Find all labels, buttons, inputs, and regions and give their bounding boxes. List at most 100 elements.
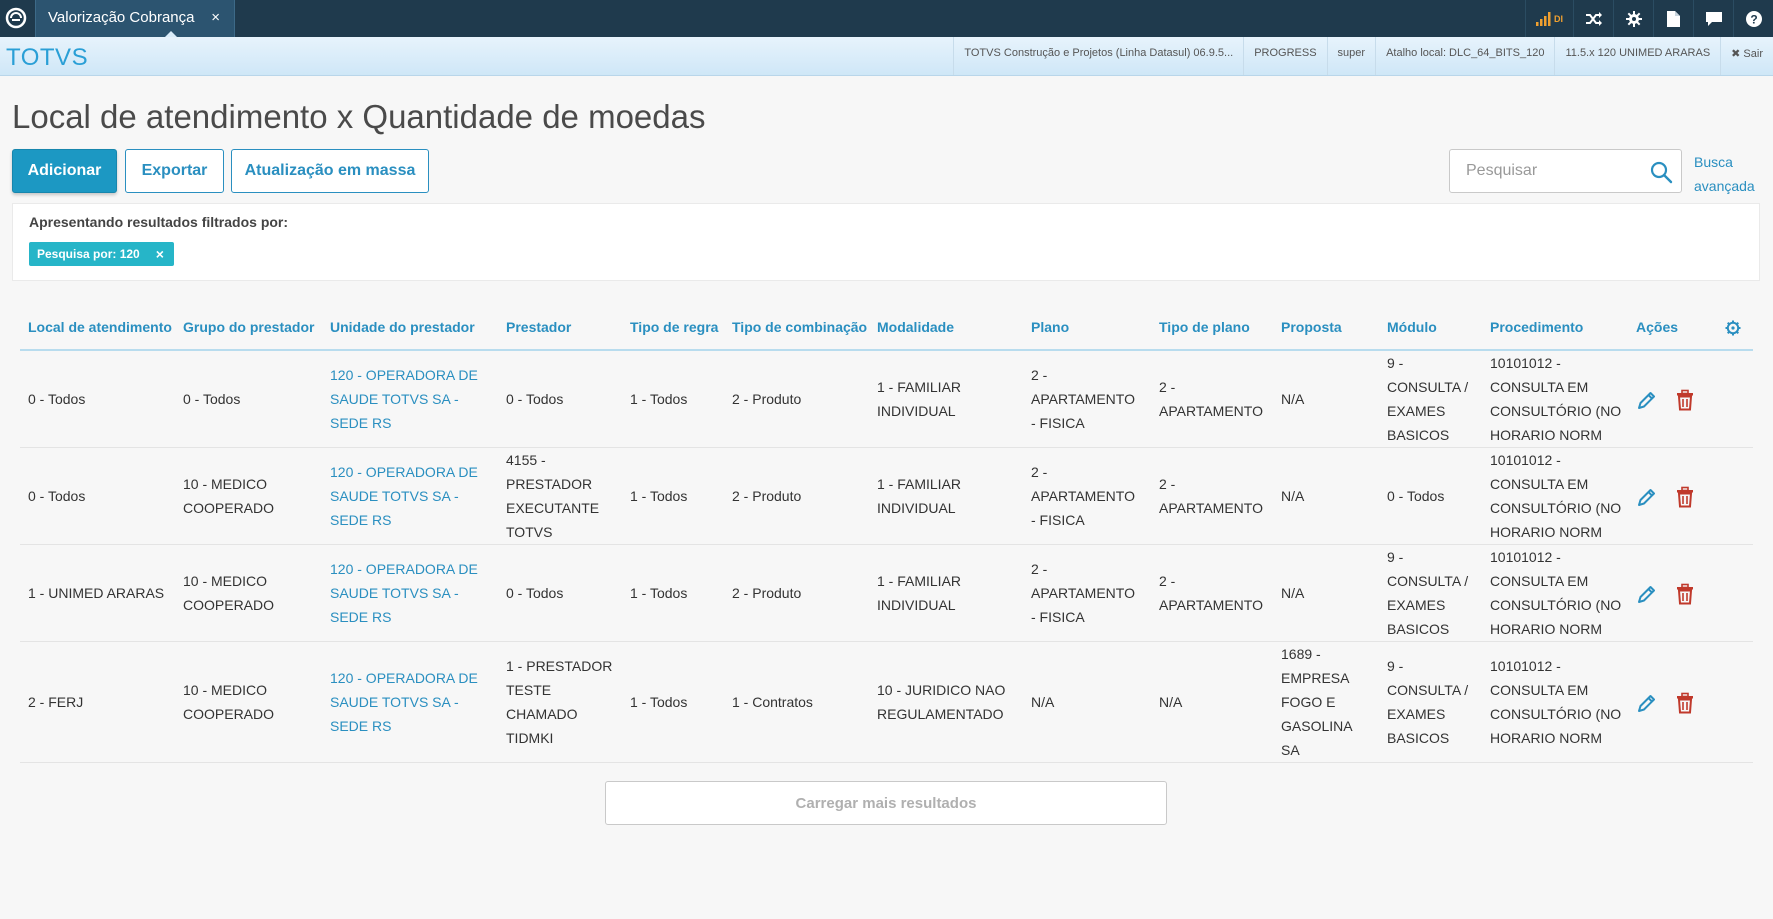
column-header-regra[interactable]: Tipo de regra — [630, 319, 718, 335]
cell-unidade[interactable]: 120 - OPERADORA DE SAUDE TOTVS SA - SEDE R… — [330, 351, 500, 447]
column-header-local[interactable]: Local de atendimento — [28, 319, 172, 335]
brand-logo[interactable]: TOTVS — [6, 44, 88, 72]
cell-proposta: 1689 - EMPRESA FOGO E GASOLINA SA — [1281, 642, 1385, 762]
cell-plano: 2 - APARTAMENTO - FISICA — [1031, 448, 1156, 544]
signal-button[interactable]: DI — [1525, 0, 1573, 37]
column-header-tipo-plano[interactable]: Tipo de plano — [1159, 319, 1250, 335]
column-header-plano[interactable]: Plano — [1031, 319, 1069, 335]
cell-line: SEDE RS — [330, 718, 392, 734]
cell-line: 10101012 - — [1490, 452, 1561, 468]
search-icon[interactable] — [1649, 160, 1673, 184]
cell-line: EXAMES — [1387, 597, 1446, 613]
column-settings-icon[interactable] — [1725, 320, 1741, 336]
cell-unidade-text[interactable]: 120 - OPERADORA DE SAUDE TOTVS SA - SEDE R… — [330, 557, 478, 629]
cell-unidade-text[interactable]: 120 - OPERADORA DE SAUDE TOTVS SA - SEDE R… — [330, 363, 478, 435]
cell-line: 1 - FAMILIAR — [877, 476, 962, 492]
column-header-unidade[interactable]: Unidade do prestador — [330, 319, 475, 335]
cell-grupo: 10 - MEDICO COOPERADO — [183, 642, 323, 762]
cell-line: CONSULTA EM — [1490, 379, 1589, 395]
pencil-icon[interactable] — [1636, 583, 1658, 605]
cell-unidade[interactable]: 120 - OPERADORA DE SAUDE TOTVS SA - SEDE R… — [330, 448, 500, 544]
cell-grupo-text: 10 - MEDICO COOPERADO — [183, 472, 274, 520]
column-header-grupo[interactable]: Grupo do prestador — [183, 319, 314, 335]
cell-line: CONSULTÓRIO (NO — [1490, 403, 1622, 419]
chat-button[interactable] — [1693, 0, 1733, 37]
cell-line: EXAMES — [1387, 403, 1446, 419]
column-header-modulo[interactable]: Módulo — [1387, 319, 1437, 335]
tab-close-icon[interactable]: × — [211, 9, 220, 26]
cell-line: 10 - MEDICO — [183, 682, 268, 698]
column-header-prestador[interactable]: Prestador — [506, 319, 571, 335]
cell-line: CONSULTA EM — [1490, 476, 1589, 492]
table-row: 2 - FERJ 10 - MEDICO COOPERADO 120 - OPERAD… — [20, 642, 1753, 763]
cell-line: 120 - OPERADORA DE — [330, 561, 478, 577]
document-button[interactable] — [1653, 0, 1693, 37]
cell-grupo-text: 0 - Todos — [183, 387, 240, 411]
cell-prestador: 0 - Todos — [506, 545, 626, 641]
cell-modalidade: 1 - FAMILIAR INDIVIDUAL — [877, 448, 1027, 544]
pencil-icon[interactable] — [1636, 389, 1658, 411]
app-logo-icon[interactable] — [4, 6, 28, 30]
cell-line: FOGO E — [1281, 694, 1336, 710]
cell-line: APARTAMENTO — [1159, 597, 1263, 613]
cell-line: 2 - — [1031, 367, 1048, 383]
column-header-procedimento[interactable]: Procedimento — [1490, 319, 1583, 335]
cell-line: INDIVIDUAL — [877, 500, 956, 516]
export-button[interactable]: Exportar — [125, 149, 224, 193]
cell-line: SAUDE TOTVS SA - — [330, 694, 459, 710]
advanced-search-link[interactable]: Busca avançada — [1694, 150, 1755, 198]
cell-line: APARTAMENTO — [1031, 391, 1135, 407]
cell-proposta-text: 1689 - EMPRESA FOGO E GASOLINA SA — [1281, 642, 1353, 762]
trash-icon[interactable] — [1674, 583, 1696, 605]
page-title: Local de atendimento x Quantidade de moe… — [12, 98, 706, 135]
cell-unidade-text[interactable]: 120 - OPERADORA DE SAUDE TOTVS SA - SEDE R… — [330, 460, 478, 532]
cell-line: 2 - — [1159, 379, 1176, 395]
cell-line: CONSULTA EM — [1490, 682, 1589, 698]
trash-icon[interactable] — [1674, 389, 1696, 411]
settings-button[interactable] — [1613, 0, 1653, 37]
cell-line: 120 - OPERADORA DE — [330, 367, 478, 383]
cell-unidade[interactable]: 120 - OPERADORA DE SAUDE TOTVS SA - SEDE R… — [330, 545, 500, 641]
cell-combinacao-text: 2 - Produto — [732, 581, 801, 605]
filter-chip-close-icon[interactable]: × — [156, 246, 164, 262]
cell-line: 2 - Produto — [732, 391, 802, 407]
cell-line: 2 - — [1159, 573, 1176, 589]
column-header-proposta[interactable]: Proposta — [1281, 319, 1342, 335]
cell-line: 0 - Todos — [183, 391, 241, 407]
cell-line: CONSULTA / — [1387, 573, 1469, 589]
pencil-icon[interactable] — [1636, 692, 1658, 714]
cell-line: BASICOS — [1387, 427, 1450, 443]
table-header: Local de atendimento Grupo do prestador … — [20, 310, 1753, 351]
column-header-combinacao[interactable]: Tipo de combinação — [732, 319, 867, 335]
cell-line: 9 - — [1387, 549, 1404, 565]
cell-line: BASICOS — [1387, 621, 1450, 637]
cell-procedimento-text: 10101012 - CONSULTA EM CONSULTÓRIO (NO HORA… — [1490, 654, 1621, 750]
add-button[interactable]: Adicionar — [12, 149, 117, 193]
cell-unidade[interactable]: 120 - OPERADORA DE SAUDE TOTVS SA - SEDE R… — [330, 642, 500, 762]
cell-combinacao: 2 - Produto — [732, 545, 872, 641]
cell-unidade-text[interactable]: 120 - OPERADORA DE SAUDE TOTVS SA - SEDE R… — [330, 666, 478, 738]
trash-icon[interactable] — [1674, 692, 1696, 714]
help-button[interactable]: ? — [1733, 0, 1773, 37]
pencil-icon[interactable] — [1636, 486, 1658, 508]
cell-modulo-text: 0 - Todos — [1387, 484, 1444, 508]
cell-procedimento-text: 10101012 - CONSULTA EM CONSULTÓRIO (NO HORA… — [1490, 545, 1621, 641]
column-header-modalidade[interactable]: Modalidade — [877, 319, 954, 335]
cell-line: 10 - MEDICO — [183, 573, 268, 589]
cell-tipo-plano: 2 - APARTAMENTO — [1159, 545, 1279, 641]
filter-chip[interactable]: Pesquisa por: 120 × — [29, 242, 174, 266]
load-more-button[interactable]: Carregar mais resultados — [605, 781, 1167, 825]
cell-prestador-text: 0 - Todos — [506, 581, 563, 605]
shuffle-button[interactable] — [1573, 0, 1613, 37]
search-input[interactable] — [1451, 151, 1641, 191]
tab-valorizacao-cobranca[interactable]: Valorização Cobrança × — [35, 0, 235, 38]
logout-button[interactable]: ✖ Sair — [1720, 37, 1773, 75]
cell-line: 2 - Produto — [732, 585, 802, 601]
top-bar: Valorização Cobrança × DI ? — [0, 0, 1773, 38]
cell-modulo: 9 - CONSULTA / EXAMES BASICOS — [1387, 545, 1487, 641]
mass-update-button[interactable]: Atualização em massa — [231, 149, 429, 193]
header-shortcut: Atalho local: DLC_64_BITS_120 — [1375, 37, 1554, 75]
trash-icon[interactable] — [1674, 486, 1696, 508]
cell-proposta: N/A — [1281, 351, 1385, 447]
cell-local-text: 0 - Todos — [28, 387, 85, 411]
